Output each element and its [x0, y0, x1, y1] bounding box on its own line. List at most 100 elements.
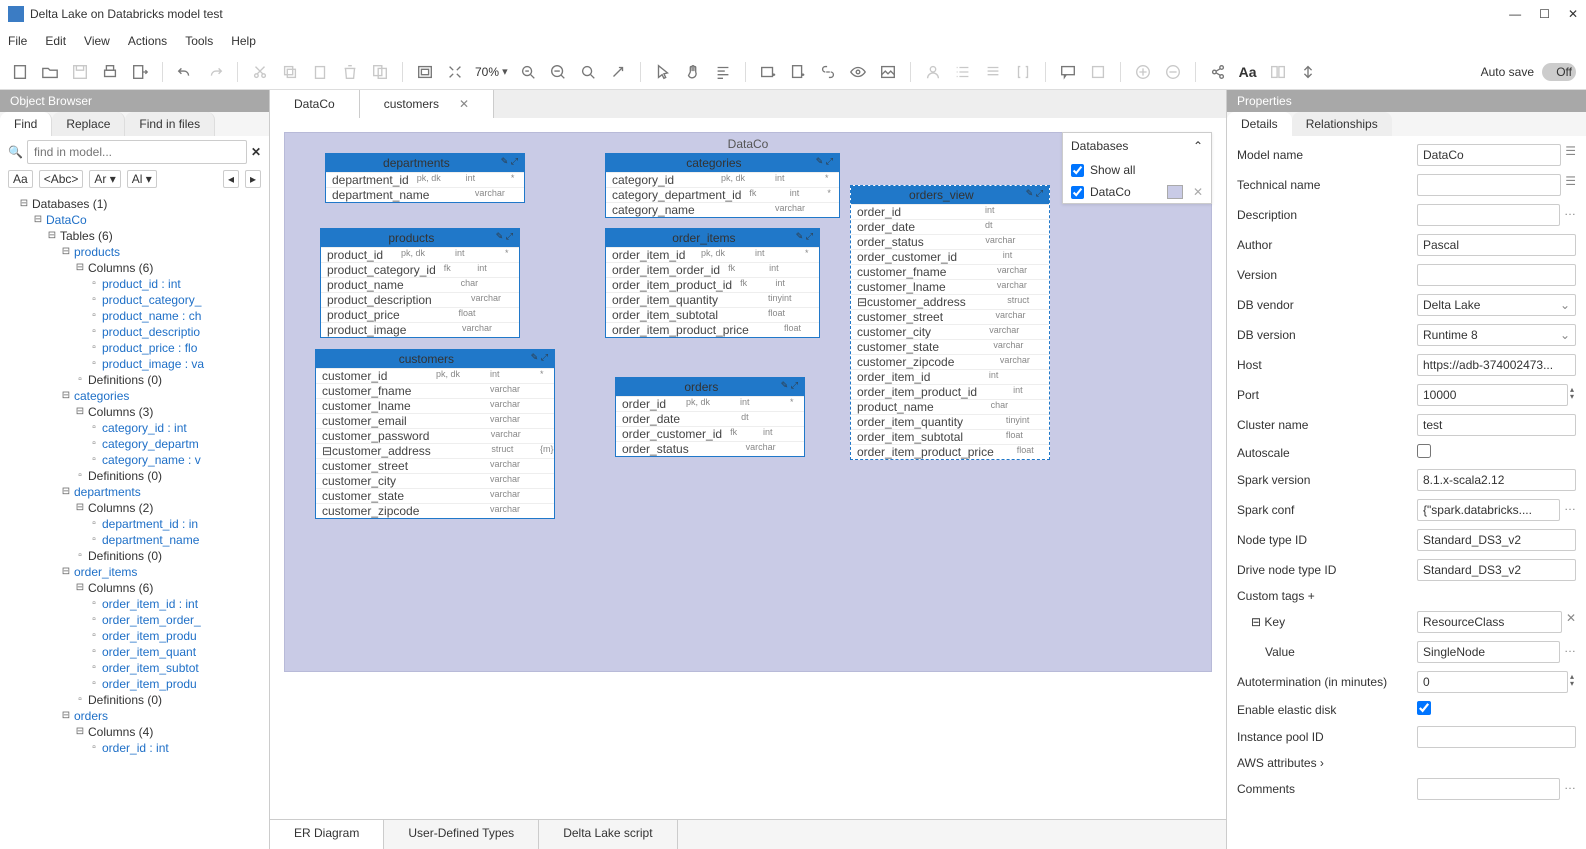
tree-item[interactable]: ▫Definitions (0)	[4, 372, 265, 388]
tree-toggle-icon[interactable]: ▫	[88, 326, 100, 338]
canvas-area[interactable]: DataCo departments✎ ⤢department_idpk, dk…	[270, 118, 1226, 819]
tree-item[interactable]: ▫category_departm	[4, 436, 265, 452]
tree-item[interactable]: ⊟orders	[4, 708, 265, 724]
clear-search-icon[interactable]: ✕	[251, 145, 261, 159]
tree-toggle-icon[interactable]: ⊟	[18, 198, 30, 210]
entity-column[interactable]: product_category_idfkint	[321, 262, 519, 277]
entity-header[interactable]: orders_view✎ ⤢	[851, 186, 1049, 204]
entity-column[interactable]: customer_lnamevarchar	[851, 279, 1049, 294]
entity-column[interactable]: customer_fnamevarchar	[316, 383, 554, 398]
tree-item[interactable]: ⊟Columns (6)	[4, 580, 265, 596]
tree-toggle-icon[interactable]: ▫	[88, 358, 100, 370]
menu-view[interactable]: View	[84, 34, 110, 48]
open-icon[interactable]	[40, 62, 60, 82]
showall-checkbox[interactable]	[1071, 164, 1084, 177]
tree-toggle-icon[interactable]: ▫	[88, 438, 100, 450]
entity-categories[interactable]: categories✎ ⤢category_idpk, dkint*catego…	[605, 153, 840, 218]
tree-item[interactable]: ▫product_image : va	[4, 356, 265, 372]
entity-header[interactable]: categories✎ ⤢	[606, 154, 839, 172]
minimize-button[interactable]: —	[1509, 7, 1521, 21]
entity-column[interactable]: department_namevarchar	[326, 187, 524, 202]
collapse-icon[interactable]	[1298, 62, 1318, 82]
entity-column[interactable]: order_item_product_idfkint	[606, 277, 819, 292]
entity-orders_view[interactable]: orders_view✎ ⤢order_idintorder_datedtord…	[850, 185, 1050, 460]
entity-column[interactable]: product_descriptionvarchar	[321, 292, 519, 307]
tree-item[interactable]: ▫order_item_produ	[4, 628, 265, 644]
export-icon[interactable]	[130, 62, 150, 82]
tree-toggle-icon[interactable]: ▫	[88, 278, 100, 290]
entity-column[interactable]: order_item_subtotalfloat	[606, 307, 819, 322]
tree-toggle-icon[interactable]: ⊟	[74, 502, 86, 514]
link-icon[interactable]	[818, 62, 838, 82]
plus-circle-icon[interactable]	[1133, 62, 1153, 82]
user-icon[interactable]	[923, 62, 943, 82]
bottom-tab[interactable]: ER Diagram	[270, 820, 384, 849]
duplicate-icon[interactable]	[370, 62, 390, 82]
entity-column[interactable]: product_imagevarchar	[321, 322, 519, 337]
tree-toggle-icon[interactable]: ▫	[88, 534, 100, 546]
entity-column[interactable]: product_idpk, dkint*	[321, 247, 519, 262]
prop-input[interactable]	[1417, 414, 1576, 436]
entity-column[interactable]: order_customer_idfkint	[616, 426, 804, 441]
tree-toggle-icon[interactable]: ⊟	[60, 710, 72, 722]
entity-column[interactable]: customer_cityvarchar	[316, 473, 554, 488]
entity-departments[interactable]: departments✎ ⤢department_idpk, dkint*dep…	[325, 153, 525, 203]
resize-icon[interactable]	[608, 62, 628, 82]
tree-item[interactable]: ▫department_id : in	[4, 516, 265, 532]
prop-input[interactable]	[1417, 354, 1576, 376]
split-icon[interactable]	[1268, 62, 1288, 82]
entity-column[interactable]: order_statusvarchar	[616, 441, 804, 456]
save-icon[interactable]	[70, 62, 90, 82]
tree-toggle-icon[interactable]: ▫	[88, 310, 100, 322]
share-icon[interactable]	[1208, 62, 1228, 82]
remove-icon[interactable]: ✕	[1566, 611, 1576, 633]
tree-item[interactable]: ▫product_price : flo	[4, 340, 265, 356]
add-container-icon[interactable]	[758, 62, 778, 82]
ob-tab-find[interactable]: Find	[0, 112, 52, 136]
tree-toggle-icon[interactable]: ▫	[88, 518, 100, 530]
list2-icon[interactable]	[983, 62, 1003, 82]
tree-toggle-icon[interactable]: ⊟	[74, 406, 86, 418]
tree-item[interactable]: ⊟Databases (1)	[4, 196, 265, 212]
prop-input[interactable]	[1417, 559, 1576, 581]
tree-toggle-icon[interactable]: ▫	[88, 342, 100, 354]
ob-tab-replace[interactable]: Replace	[52, 112, 125, 136]
tree-toggle-icon[interactable]: ▫	[88, 646, 100, 658]
tree-item[interactable]: ⊟products	[4, 244, 265, 260]
tree-toggle-icon[interactable]: ⊟	[74, 262, 86, 274]
menu-edit[interactable]: Edit	[45, 34, 66, 48]
prop-input[interactable]	[1417, 529, 1576, 551]
tree-toggle-icon[interactable]: ▫	[88, 630, 100, 642]
entity-column[interactable]: order_item_idint	[851, 369, 1049, 384]
tree-toggle-icon[interactable]: ▫	[74, 550, 86, 562]
entity-column[interactable]: order_item_subtotalfloat	[851, 429, 1049, 444]
tree-item[interactable]: ⊟categories	[4, 388, 265, 404]
entity-column[interactable]: order_item_order_idfkint	[606, 262, 819, 277]
entity-column[interactable]: order_idint	[851, 204, 1049, 219]
menu-file[interactable]: File	[8, 34, 27, 48]
prop-input[interactable]	[1417, 144, 1561, 166]
tree-item[interactable]: ▫order_item_order_	[4, 612, 265, 628]
entity-column[interactable]: customer_streetvarchar	[851, 309, 1049, 324]
prop-input[interactable]	[1417, 499, 1560, 521]
tree-item[interactable]: ▫product_category_	[4, 292, 265, 308]
entity-header[interactable]: customers✎ ⤢	[316, 350, 554, 368]
entity-column[interactable]: product_namechar	[851, 399, 1049, 414]
entity-column[interactable]: department_idpk, dkint*	[326, 172, 524, 187]
menu-tools[interactable]: Tools	[185, 34, 213, 48]
tree-toggle-icon[interactable]: ▫	[88, 614, 100, 626]
pointer-icon[interactable]	[653, 62, 673, 82]
props-tab-relationships[interactable]: Relationships	[1292, 112, 1392, 136]
search-opt[interactable]: Aa	[8, 170, 33, 188]
tree-item[interactable]: ⊟Columns (6)	[4, 260, 265, 276]
entity-column[interactable]: order_item_quantitytinyint	[851, 414, 1049, 429]
prop-input[interactable]	[1417, 204, 1560, 226]
bracket-icon[interactable]	[1013, 62, 1033, 82]
tree-toggle-icon[interactable]: ▫	[88, 598, 100, 610]
prop-select[interactable]: Runtime 8⌄	[1417, 324, 1576, 346]
entity-column[interactable]: ⊟customer_addressstruct	[851, 294, 1049, 309]
entity-header[interactable]: products✎ ⤢	[321, 229, 519, 247]
delete-icon[interactable]	[340, 62, 360, 82]
tree-toggle-icon[interactable]: ▫	[88, 422, 100, 434]
tree-toggle-icon[interactable]: ⊟	[60, 486, 72, 498]
